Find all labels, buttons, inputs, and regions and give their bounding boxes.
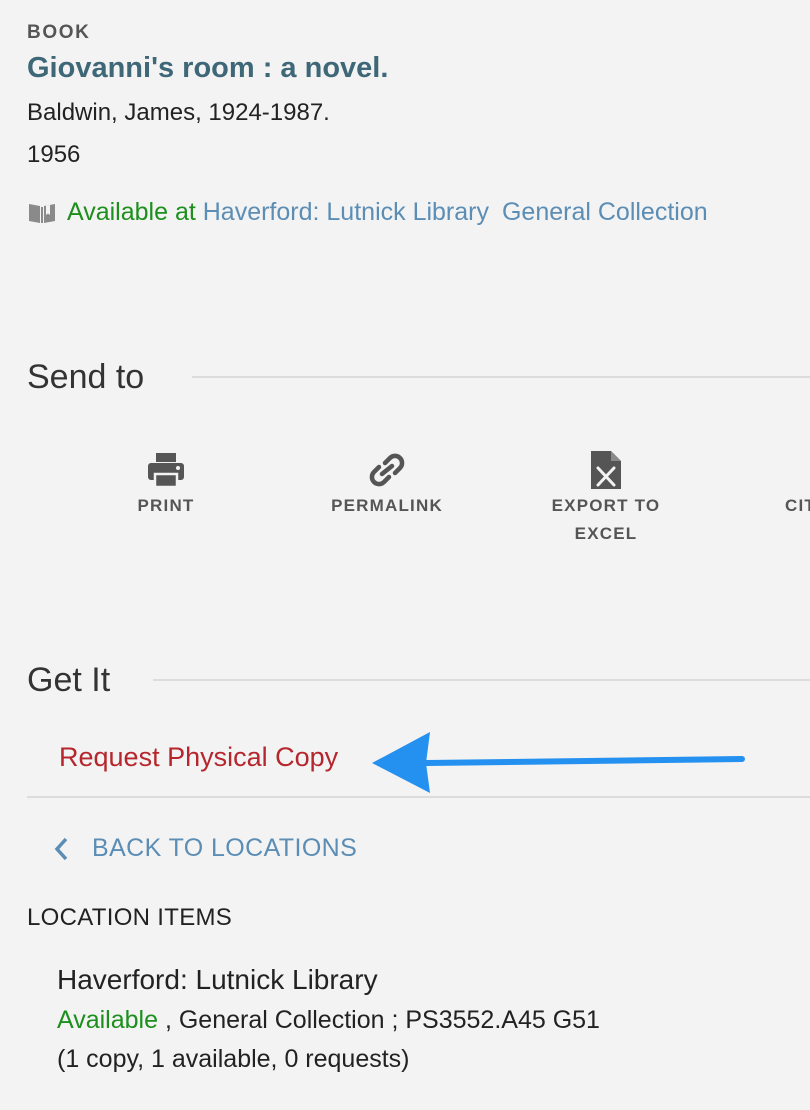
- permalink-label: PERMALINK: [331, 496, 443, 515]
- citation-button[interactable]: CIT: [785, 450, 810, 520]
- citation-label: CIT: [785, 496, 810, 515]
- export-excel-label-line2: EXCEL: [574, 524, 638, 543]
- send-to-heading: Send to: [27, 358, 145, 396]
- book-open-icon: [29, 203, 55, 223]
- link-icon: [369, 453, 405, 487]
- send-to-divider: [192, 376, 810, 378]
- availability-collection-link[interactable]: General Collection: [502, 198, 708, 227]
- record-title-link[interactable]: Giovanni's room : a novel.: [27, 52, 388, 85]
- request-physical-copy-link[interactable]: Request Physical Copy: [59, 742, 338, 773]
- chevron-left-icon: [54, 837, 68, 860]
- record-author: Baldwin, James, 1924-1987.: [27, 99, 330, 126]
- availability-status: Available at: [67, 198, 196, 226]
- availability-library-link[interactable]: Haverford: Lutnick Library: [203, 198, 489, 227]
- item-status: Available: [57, 1006, 159, 1034]
- record-type-label: BOOK: [27, 22, 91, 43]
- annotation-arrow: [372, 732, 745, 793]
- location-items-heading: LOCATION ITEMS: [27, 904, 233, 931]
- availability-line: Available at Haverford: Lutnick Library G…: [27, 198, 708, 227]
- printer-icon: [148, 453, 184, 489]
- item-status-line: Available , General Collection ; PS3552.…: [57, 1006, 600, 1035]
- get-it-divider: [153, 679, 810, 681]
- excel-file-icon: [591, 451, 621, 489]
- export-excel-label-line1: EXPORT TO: [551, 496, 661, 515]
- item-counts: (1 copy, 1 available, 0 requests): [57, 1045, 410, 1073]
- item-library-name: Haverford: Lutnick Library: [57, 964, 378, 995]
- print-label: PRINT: [137, 496, 195, 515]
- export-excel-button[interactable]: EXPORT TO EXCEL: [541, 450, 671, 548]
- item-details: , General Collection ; PS3552.A45 G51: [158, 1006, 600, 1034]
- back-to-locations-button[interactable]: BACK TO LOCATIONS: [52, 834, 357, 863]
- record-year: 1956: [27, 141, 81, 168]
- request-divider: [27, 796, 810, 798]
- permalink-button[interactable]: PERMALINK: [322, 450, 452, 520]
- get-it-heading: Get It: [27, 661, 111, 699]
- print-button[interactable]: PRINT: [116, 450, 216, 520]
- back-to-locations-label: BACK TO LOCATIONS: [92, 834, 358, 862]
